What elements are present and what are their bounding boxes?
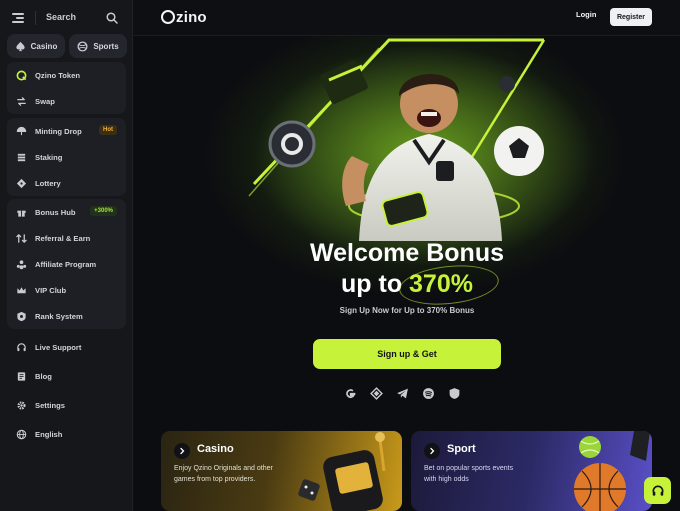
sidebar-item-label: Bonus Hub	[35, 207, 76, 217]
divider	[35, 11, 36, 25]
logo-q-icon	[161, 10, 175, 24]
qzino-token-icon	[16, 70, 27, 80]
bonus-badge: +300%	[90, 206, 117, 216]
swap-icon	[17, 96, 26, 106]
sports-category-button[interactable]: Sports	[69, 34, 127, 58]
wallet-icon[interactable]	[370, 387, 383, 400]
drop-icon	[16, 126, 27, 135]
headset-icon	[17, 343, 26, 352]
support-links: Live Support Blog Settings English	[7, 333, 126, 449]
slot-machine-icon	[298, 432, 386, 511]
sidebar-item-lottery[interactable]: Lottery	[7, 170, 126, 196]
sidebar-item-rank-system[interactable]: Rank System	[7, 303, 126, 329]
blog-icon	[17, 372, 26, 381]
google-icon[interactable]	[344, 387, 357, 400]
rank-icon	[17, 311, 26, 321]
social-login-row	[344, 387, 461, 400]
sidebar-item-label: Affiliate Program	[35, 259, 97, 269]
hero-subtitle: up to 370%	[134, 270, 680, 299]
sidebar-item-language[interactable]: English	[7, 420, 126, 449]
search-label[interactable]: Search	[46, 12, 76, 22]
sport-card-title: Sport	[447, 443, 476, 455]
spotify-icon[interactable]	[422, 387, 435, 400]
sport-card[interactable]: Sport Bet on popular sports events with …	[411, 431, 652, 511]
register-button[interactable]: Register	[610, 8, 652, 26]
sidebar: Search Casino Sports Qzino Token Swap Mi…	[0, 0, 133, 511]
sidebar-item-staking[interactable]: Staking	[7, 144, 126, 170]
sidebar-item-label: Referral & Earn	[35, 233, 91, 243]
hero-subtitle-prefix: up to	[341, 270, 410, 298]
sidebar-item-label: VIP Club	[35, 285, 67, 295]
earn-group: Minting Drop Hot Staking Lottery	[7, 118, 126, 196]
crown-icon	[17, 286, 26, 293]
gear-icon	[17, 401, 26, 410]
ball-icon	[77, 40, 88, 52]
headset-icon	[652, 485, 663, 496]
sidebar-item-label: Lottery	[35, 178, 61, 188]
sidebar-item-label: English	[35, 430, 63, 439]
chevron-right-icon[interactable]	[424, 443, 440, 459]
hot-badge: Hot	[99, 125, 117, 135]
sidebar-item-bonus-hub[interactable]: Bonus Hub +300%	[7, 199, 126, 225]
sidebar-item-affiliate-program[interactable]: Affiliate Program	[7, 251, 126, 277]
hero-bonus-amount: 370%	[409, 270, 473, 298]
sidebar-item-blog[interactable]: Blog	[7, 362, 126, 391]
affiliate-icon	[16, 259, 27, 269]
staking-icon	[17, 153, 26, 161]
sidebar-item-swap[interactable]: Swap	[7, 88, 126, 114]
casino-category-label: Casino	[30, 41, 58, 51]
sports-category-label: Sports	[93, 41, 119, 51]
logo-text: zino	[176, 9, 207, 26]
sidebar-item-settings[interactable]: Settings	[7, 391, 126, 420]
sidebar-item-vip-club[interactable]: VIP Club	[7, 277, 126, 303]
sidebar-item-label: Settings	[35, 401, 65, 410]
rewards-group: Bonus Hub +300% Referral & Earn Affiliat…	[7, 199, 126, 329]
hero-title: Welcome Bonus	[309, 239, 505, 267]
casino-card[interactable]: Casino Enjoy Qzino Originals and other g…	[161, 431, 402, 511]
casino-card-title: Casino	[197, 443, 234, 455]
sports-balls-icon	[574, 431, 650, 511]
sidebar-item-label: Qzino Token	[35, 70, 80, 80]
shield-icon[interactable]	[448, 387, 461, 400]
sidebar-item-label: Staking	[35, 152, 63, 162]
spade-icon	[16, 41, 25, 51]
signup-cta-button[interactable]: Sign up & Get	[313, 339, 501, 369]
sidebar-item-label: Swap	[35, 96, 55, 106]
telegram-icon[interactable]	[396, 387, 409, 400]
sidebar-item-label: Rank System	[35, 311, 83, 321]
referral-icon	[16, 233, 27, 243]
hero-description: Sign Up Now for Up to 370% Bonus	[339, 306, 475, 315]
search-icon[interactable]	[106, 12, 118, 24]
menu-toggle-icon[interactable]	[12, 11, 26, 25]
gift-icon	[17, 210, 26, 217]
sidebar-item-qzino-token[interactable]: Qzino Token	[7, 62, 126, 88]
login-button[interactable]: Login	[576, 10, 596, 19]
qzino-logo[interactable]: zino	[161, 8, 207, 26]
sidebar-item-referral-earn[interactable]: Referral & Earn	[7, 225, 126, 251]
sidebar-item-label: Blog	[35, 372, 52, 381]
sidebar-item-label: Minting Drop	[35, 126, 82, 136]
globe-icon	[16, 429, 27, 440]
sport-card-description: Bet on popular sports events with high o…	[424, 465, 514, 483]
casino-category-button[interactable]: Casino	[7, 34, 65, 58]
chevron-right-icon[interactable]	[174, 443, 190, 459]
sidebar-item-live-support[interactable]: Live Support	[7, 333, 126, 362]
sidebar-item-minting-drop[interactable]: Minting Drop Hot	[7, 118, 126, 144]
token-group: Qzino Token Swap	[7, 62, 126, 114]
ticket-icon	[16, 178, 27, 188]
top-header	[134, 0, 680, 36]
sidebar-item-label: Live Support	[35, 343, 82, 352]
live-support-button[interactable]	[644, 477, 671, 504]
casino-card-description: Enjoy Qzino Originals and other games fr…	[174, 465, 273, 483]
category-switch: Casino Sports	[7, 34, 127, 58]
